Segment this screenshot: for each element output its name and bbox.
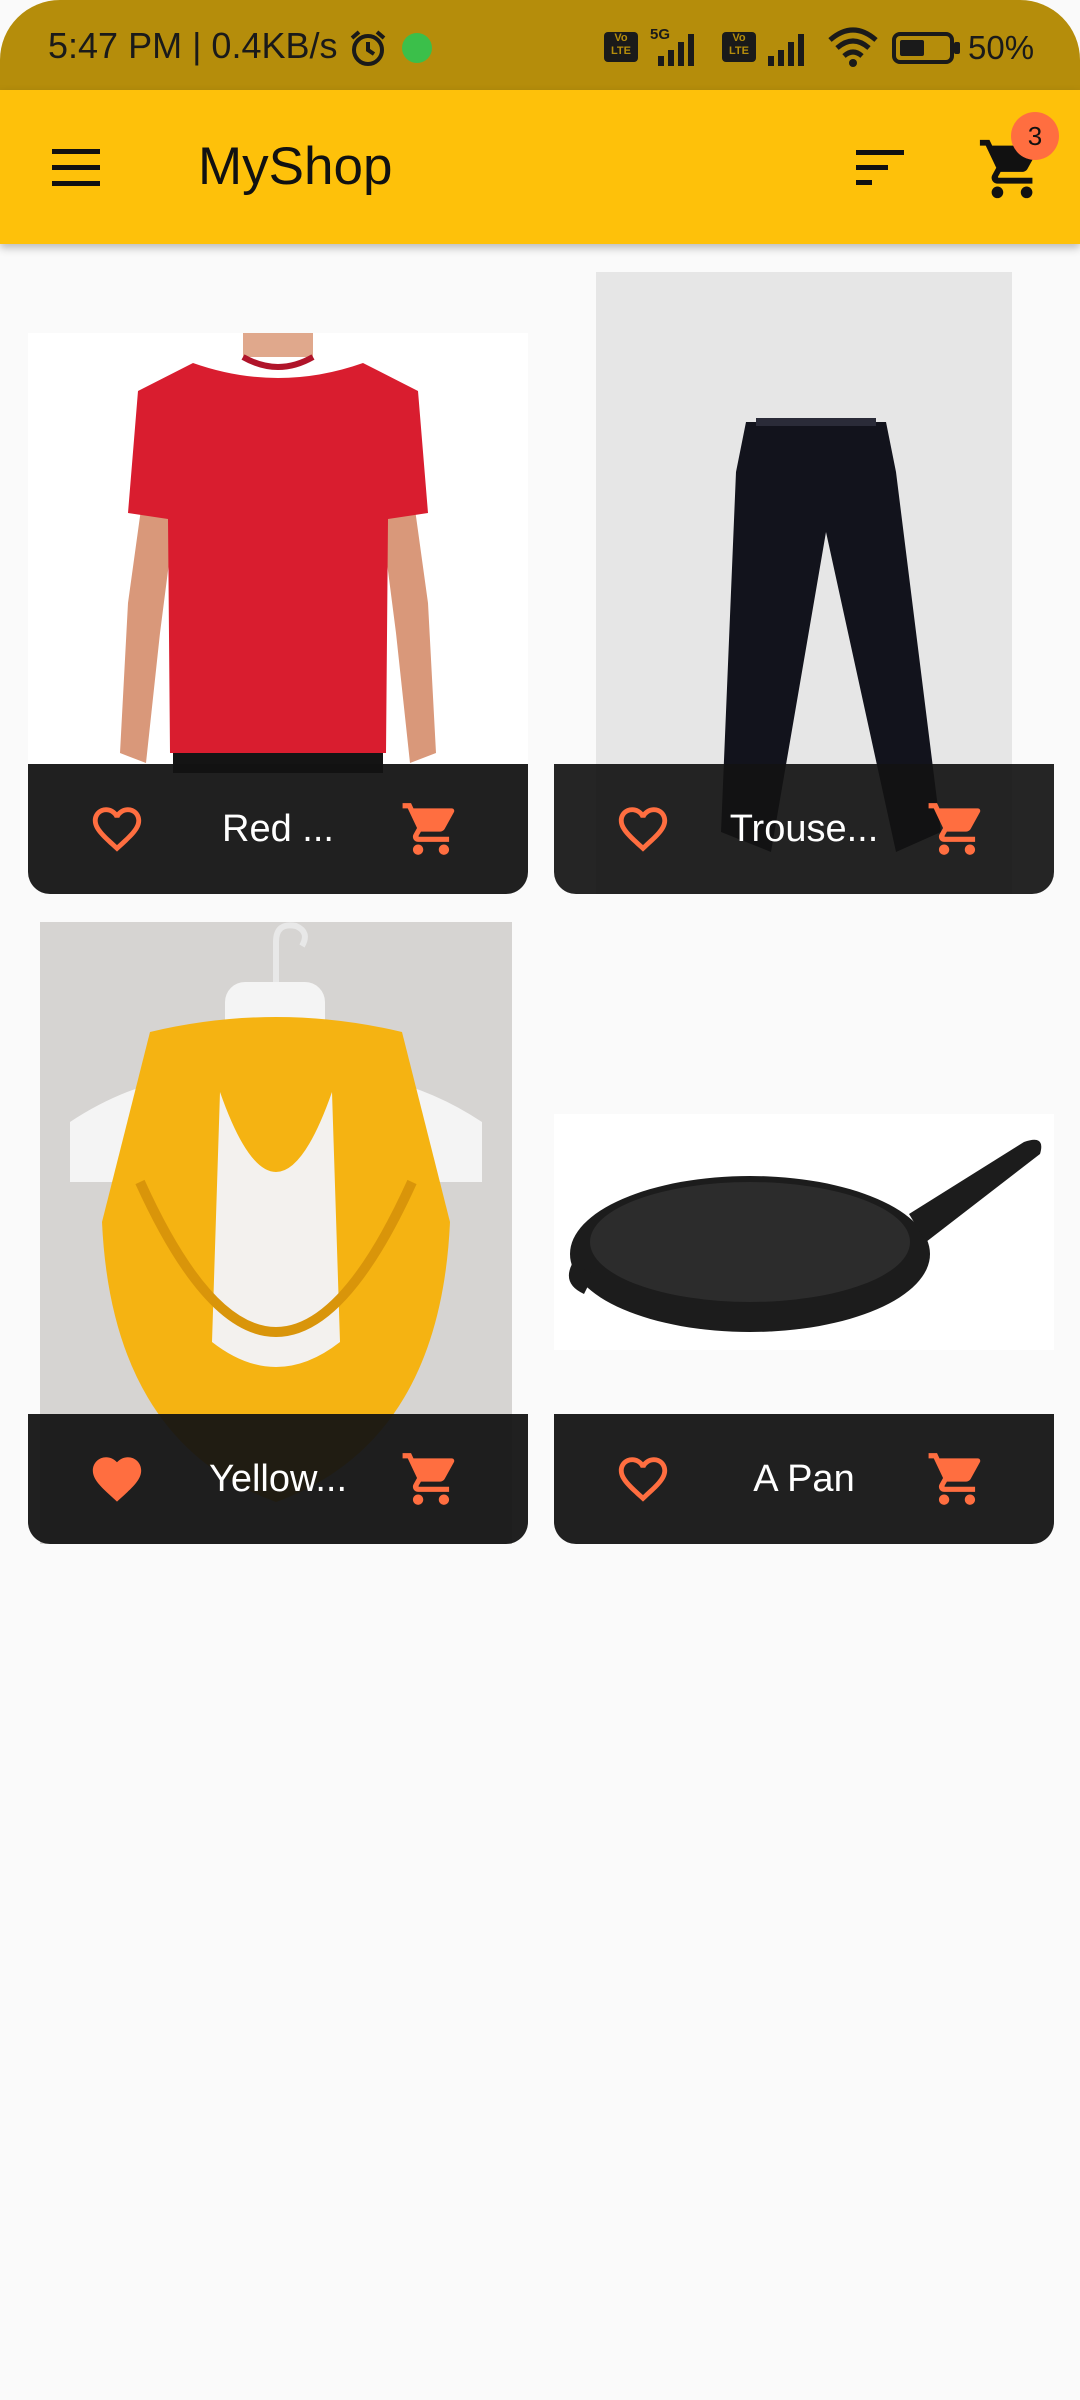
product-footer: Trouse... [554,764,1054,894]
favorite-filled-icon[interactable] [86,1450,148,1508]
add-to-cart-icon[interactable] [398,1448,464,1510]
product-tile-pan[interactable]: A Pan [554,922,1054,1544]
favorite-border-icon[interactable] [612,1450,674,1508]
volte-icon: Vo LTE [604,32,638,62]
signal-icon-2 [768,34,804,66]
add-to-cart-icon[interactable] [924,1448,990,1510]
wifi-icon [828,27,878,67]
product-footer: A Pan [554,1414,1054,1544]
cart-count-badge: 3 [1011,112,1059,160]
status-bar: 5:47 PM | 0.4KB/s Vo LTE 5G Vo LTE 50% [0,0,1080,90]
alarm-icon [350,30,386,66]
product-title: Red ... [222,808,334,850]
battery-percentage: 50% [968,29,1035,66]
product-footer: Yellow... [28,1414,528,1544]
product-image-pan [554,1114,1054,1350]
favorite-border-icon[interactable] [86,800,148,858]
volte-icon-2: Vo LTE [722,32,756,62]
product-title: Yellow... [208,1458,348,1500]
product-image-red-tshirt [28,333,528,773]
app-bar: MyShop [0,90,1080,244]
product-tile-yellow-scarf[interactable]: Yellow... [28,922,528,1544]
product-tile-red-tshirt[interactable]: Red ... [28,272,528,894]
add-to-cart-icon[interactable] [924,798,990,860]
battery-icon [892,32,960,64]
signal-icon [658,34,694,66]
product-title: A Pan [753,1458,855,1500]
product-tile-trousers[interactable]: Trouse... [554,272,1054,894]
product-title: Trouse... [729,808,879,850]
add-to-cart-icon[interactable] [398,798,464,860]
status-time: 5:47 PM | 0.4KB/s [48,25,338,66]
hamburger-menu-icon[interactable] [38,135,114,199]
app-notification-icon [402,33,432,63]
page-title: MyShop [198,137,393,196]
favorite-border-icon[interactable] [612,800,674,858]
sort-icon[interactable] [848,140,912,194]
product-footer: Red ... [28,764,528,894]
app-screen: 5:47 PM | 0.4KB/s Vo LTE 5G Vo LTE 50% M… [0,0,1080,2400]
